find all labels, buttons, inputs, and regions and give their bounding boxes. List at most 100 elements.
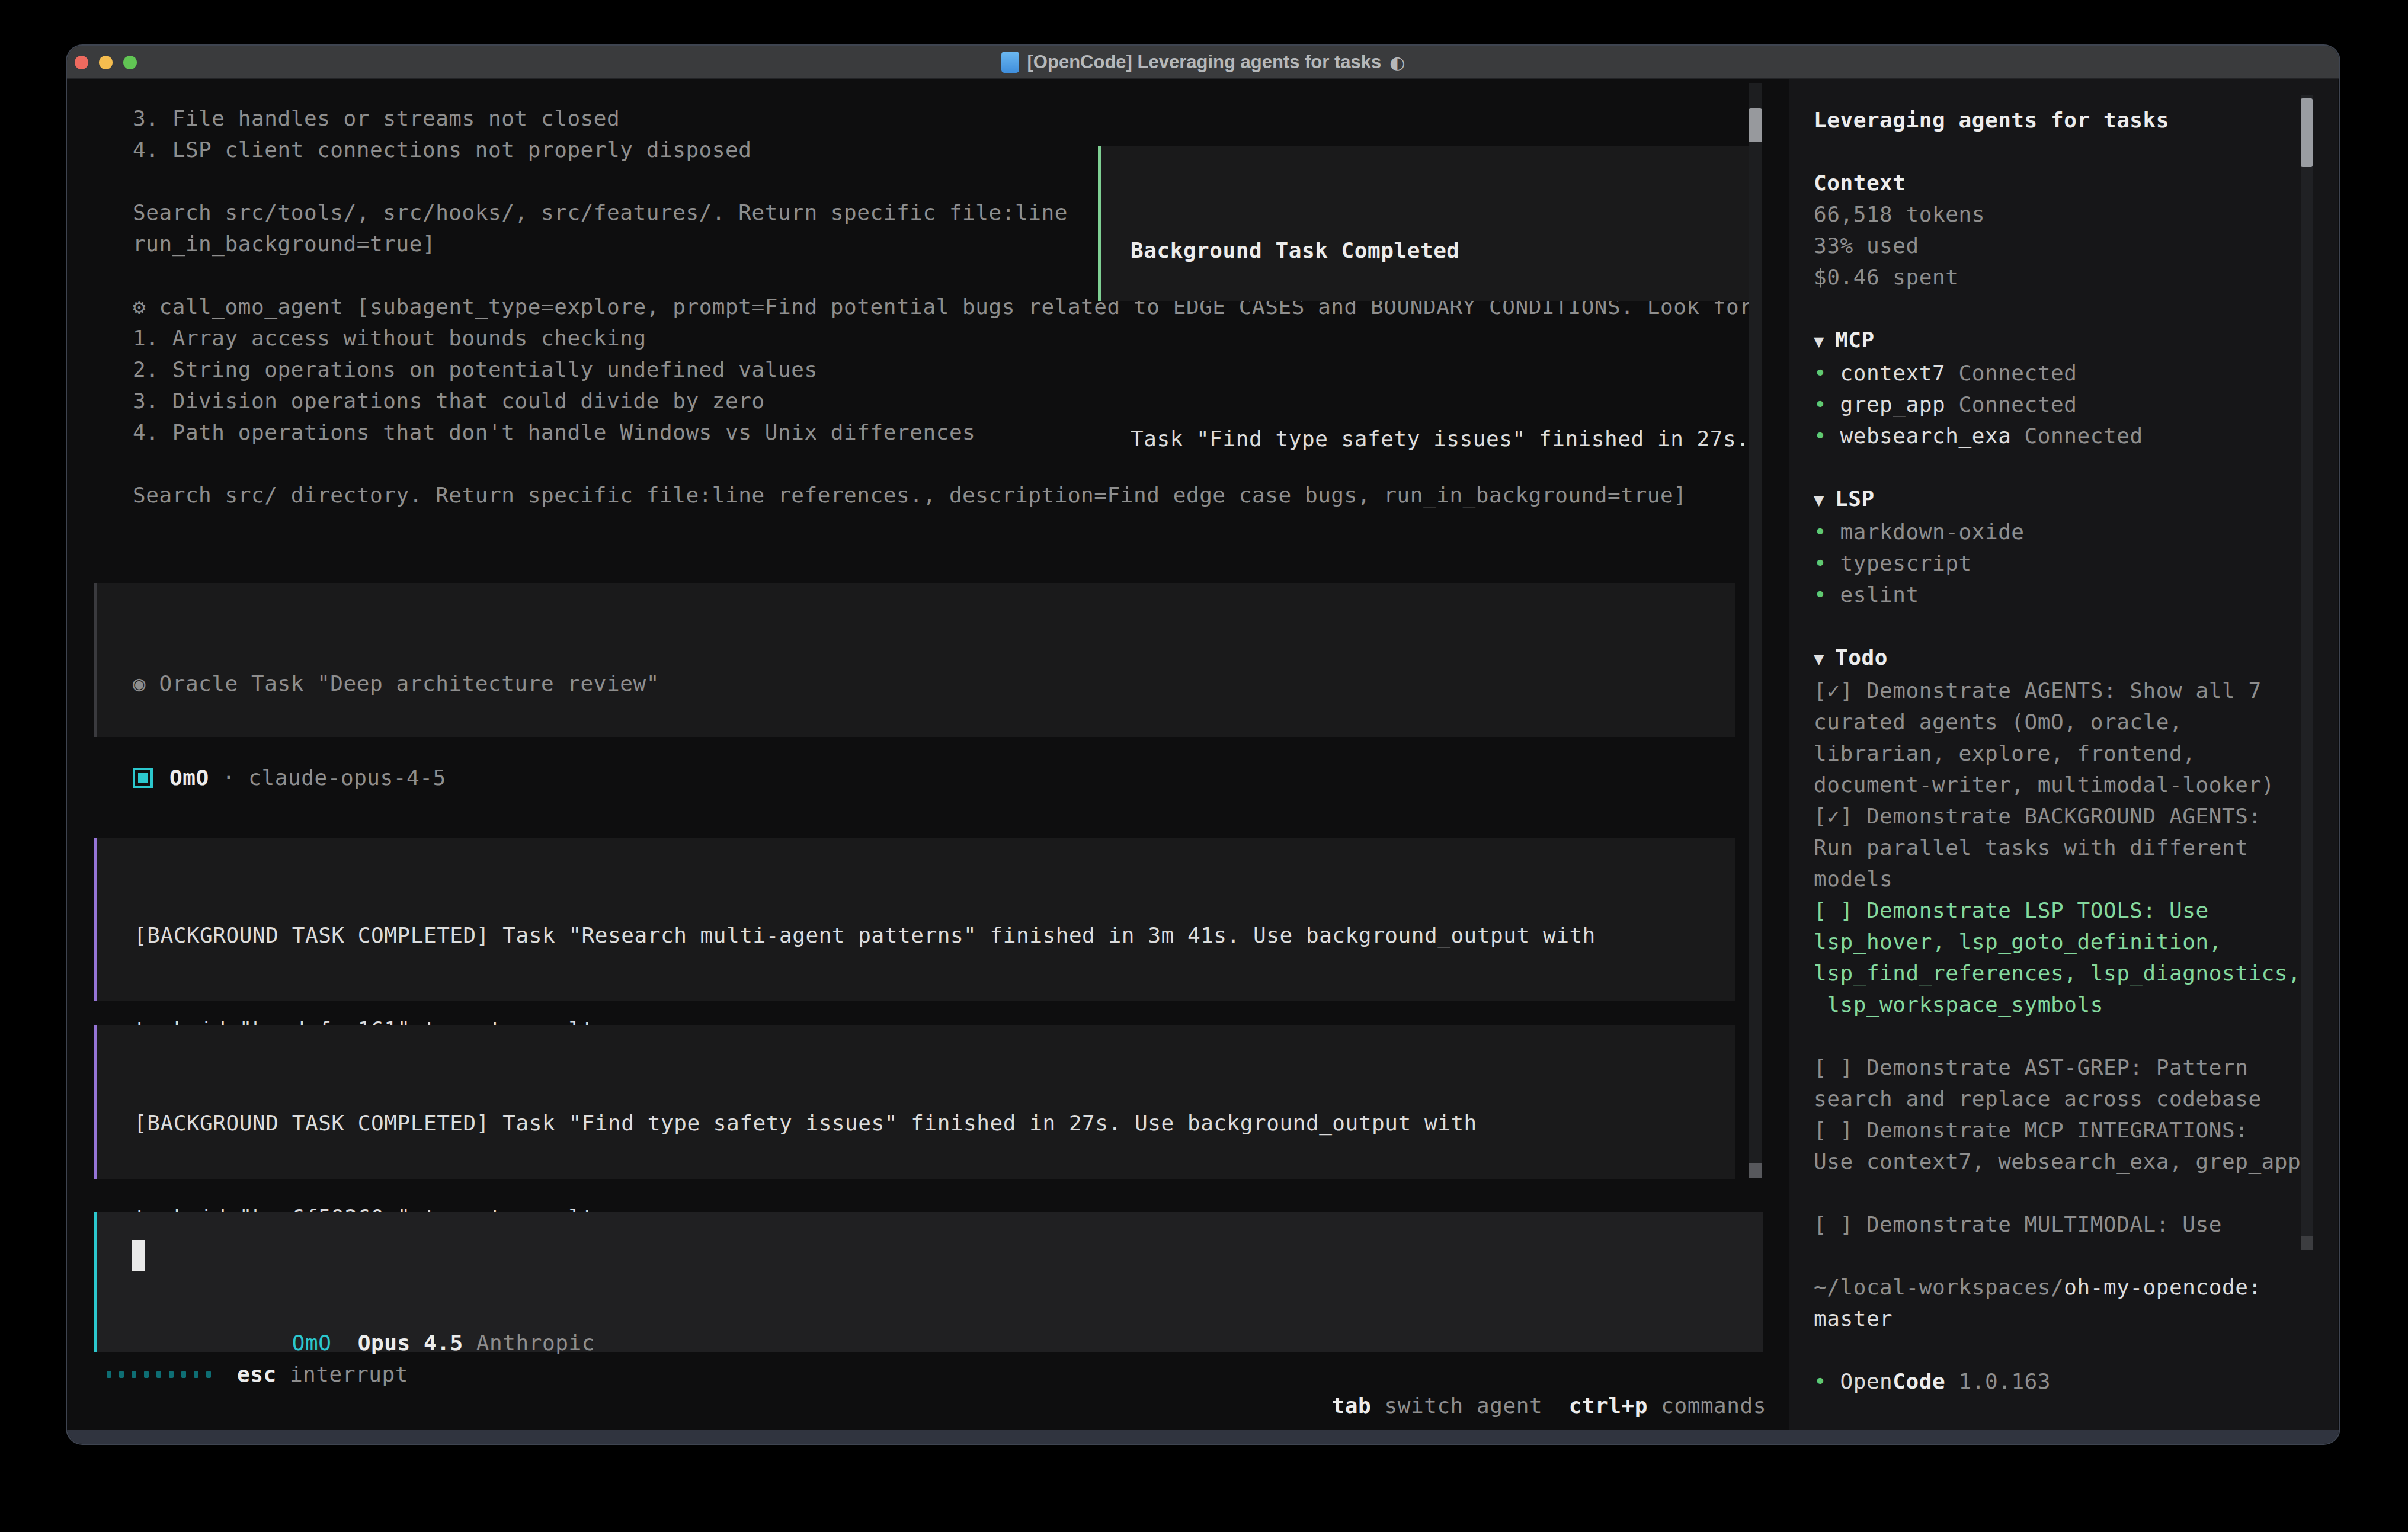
text-line: [1814, 1177, 2301, 1209]
sidebar-content: Leveraging agents for tasks Context66,51…: [1814, 104, 2301, 1397]
terminal-window: [OpenCode] Leveraging agents for tasks ◐…: [67, 46, 2339, 1444]
lsp-name: markdown-oxide: [1840, 520, 2024, 544]
app-name: Open: [1840, 1369, 1893, 1393]
workspace-branch: master: [1814, 1306, 1893, 1331]
text-segment: 2. String operations on potentially unde…: [133, 357, 818, 382]
todo-text: Run parallel tasks with different: [1814, 835, 2248, 860]
notification-title: Background Task Completed: [1131, 235, 1753, 266]
context-spent: $0.46 spent: [1814, 265, 1958, 289]
lsp-item: • markdown-oxide: [1814, 516, 2301, 547]
mcp-status: Connected: [1958, 361, 2077, 385]
todo-text: models: [1814, 867, 1893, 891]
lsp-item: • eslint: [1814, 579, 2301, 610]
bullet-icon: •: [1814, 1369, 1840, 1393]
esc-key: esc: [237, 1362, 277, 1386]
agent-model: claude-opus-4-5: [248, 762, 446, 793]
lsp-name: typescript: [1840, 551, 1971, 575]
todo-text: [✓] Demonstrate BACKGROUND AGENTS:: [1814, 804, 2262, 828]
lsp-name: eslint: [1840, 582, 1919, 607]
sidebar-scrollbar-end[interactable]: [2301, 1236, 2313, 1250]
context-heading-line: Context: [1814, 167, 2301, 198]
agent-name: OmO: [169, 762, 209, 793]
text-line: [1814, 136, 2301, 167]
todo-text: lsp_workspace_symbols: [1814, 992, 2103, 1017]
bullet-icon: •: [1814, 361, 1840, 385]
todo-item-line: curated agents (OmO, oracle,: [1814, 706, 2301, 738]
todo-item-line: [ ] Demonstrate MCP INTEGRATIONS:: [1814, 1114, 2301, 1146]
bullet-icon: •: [1814, 551, 1840, 575]
window-title: [OpenCode] Leveraging agents for tasks ◐: [67, 46, 2339, 79]
statusbar-left: esc interrupt: [107, 1358, 408, 1390]
agent-icon: [133, 768, 153, 788]
app-name-bold: Code: [1893, 1369, 1945, 1393]
chat-scrollbar[interactable]: [1749, 83, 1762, 1178]
document-icon: [1001, 52, 1019, 73]
bullet-icon: •: [1814, 520, 1840, 544]
bullet-icon: •: [1814, 392, 1840, 416]
mcp-name: websearch_exa: [1840, 424, 2024, 448]
app-version: 1.0.163: [1945, 1369, 2051, 1393]
tab-key: tab: [1332, 1393, 1372, 1418]
mcp-item: • context7 Connected: [1814, 357, 2301, 389]
workspace-line: ~/local-workspaces/oh-my-opencode:: [1814, 1271, 2301, 1303]
lsp-heading: LSP: [1835, 486, 1875, 511]
context-used-line: 33% used: [1814, 230, 2301, 261]
chat-scrollbar-end[interactable]: [1749, 1163, 1762, 1178]
mcp-heading: MCP: [1835, 328, 1875, 352]
context-tokens-line: 66,518 tokens: [1814, 198, 2301, 230]
text-segment: 4. LSP client connections not properly d…: [133, 137, 752, 162]
agent-header: OmO · claude-opus-4-5: [133, 762, 446, 793]
todo-text: document-writer, multimodal-looker): [1814, 773, 2275, 797]
notification-body: Task "Find type safety issues" finished …: [1131, 423, 1753, 454]
context-used: 33% used: [1814, 233, 1919, 258]
todo-text: [ ] Demonstrate MULTIMODAL: Use: [1814, 1212, 2222, 1236]
text-line: [1814, 1240, 2301, 1271]
todo-text: [✓] Demonstrate AGENTS: Show all 7: [1814, 678, 2262, 703]
mcp-item: • grep_app Connected: [1814, 389, 2301, 420]
text-line: [1814, 1020, 2301, 1052]
text-line: [1814, 451, 2301, 483]
chat-scrollbar-thumb[interactable]: [1749, 108, 1762, 142]
workspace-repo: oh-my-opencode:: [2064, 1275, 2261, 1299]
branch-line: master: [1814, 1303, 2301, 1334]
task-message-line1: [BACKGROUND TASK COMPLETED] Task "Find t…: [134, 1107, 1735, 1139]
mcp-name: context7: [1840, 361, 1958, 385]
record-icon: ◉: [133, 671, 159, 696]
separator-dot: ·: [209, 762, 249, 793]
context-usage-icon: ◐: [1389, 52, 1405, 73]
todo-heading-line: ▼ Todo: [1814, 642, 2301, 675]
blank-line: [1131, 329, 1753, 360]
text-segment: Search src/tools/, src/hooks/, src/featu…: [133, 200, 1068, 225]
prompt-input[interactable]: OmO Opus 4.5 Anthropic: [94, 1212, 1763, 1352]
mcp-heading-line: ▼ MCP: [1814, 324, 2301, 357]
esc-label: interrupt: [277, 1362, 408, 1386]
window-title-text: [OpenCode] Leveraging agents for tasks: [1027, 52, 1382, 73]
context-tokens: 66,518 tokens: [1814, 202, 1985, 226]
context-heading: Context: [1814, 171, 1906, 195]
lsp-heading-line: ▼ LSP: [1814, 483, 2301, 516]
oracle-task-box: ◉ Oracle Task "Deep architecture review"…: [94, 583, 1735, 737]
todo-item-line: lsp_find_references, lsp_diagnostics,: [1814, 957, 2301, 989]
todo-item-line: models: [1814, 863, 2301, 895]
bullet-icon: •: [1814, 424, 1840, 448]
todo-item-line: librarian, explore, frontend,: [1814, 738, 2301, 769]
background-task-box-1: [BACKGROUND TASK COMPLETED] Task "Resear…: [94, 838, 1735, 1001]
text-segment: run_in_background=true]: [133, 232, 436, 256]
todo-item-line: [ ] Demonstrate MULTIMODAL: Use: [1814, 1209, 2301, 1240]
chevron-down-icon: ▼: [1814, 490, 1835, 510]
gear-icon: ⚙: [133, 294, 159, 319]
window-titlebar[interactable]: [OpenCode] Leveraging agents for tasks ◐: [67, 46, 2339, 79]
mcp-status: Connected: [1958, 392, 2077, 416]
todo-text: librarian, explore, frontend,: [1814, 741, 2196, 765]
chevron-down-icon: ▼: [1814, 649, 1835, 669]
todo-text: Use context7, websearch_exa, grep_app: [1814, 1149, 2301, 1174]
mcp-item: • websearch_exa Connected: [1814, 420, 2301, 451]
sidebar-scrollbar-thumb[interactable]: [2301, 98, 2313, 167]
sidebar-scrollbar[interactable]: [2301, 95, 2313, 1250]
sidebar: Leveraging agents for tasks Context66,51…: [1789, 79, 2338, 1430]
ctrlp-label: commands: [1648, 1393, 1766, 1418]
mcp-name: grep_app: [1840, 392, 1958, 416]
statusbar-right: tab switch agent ctrl+p commands: [1200, 1358, 1766, 1430]
todo-item-line: search and replace across codebase: [1814, 1083, 2301, 1114]
ctrlp-key: ctrl+p: [1569, 1393, 1648, 1418]
